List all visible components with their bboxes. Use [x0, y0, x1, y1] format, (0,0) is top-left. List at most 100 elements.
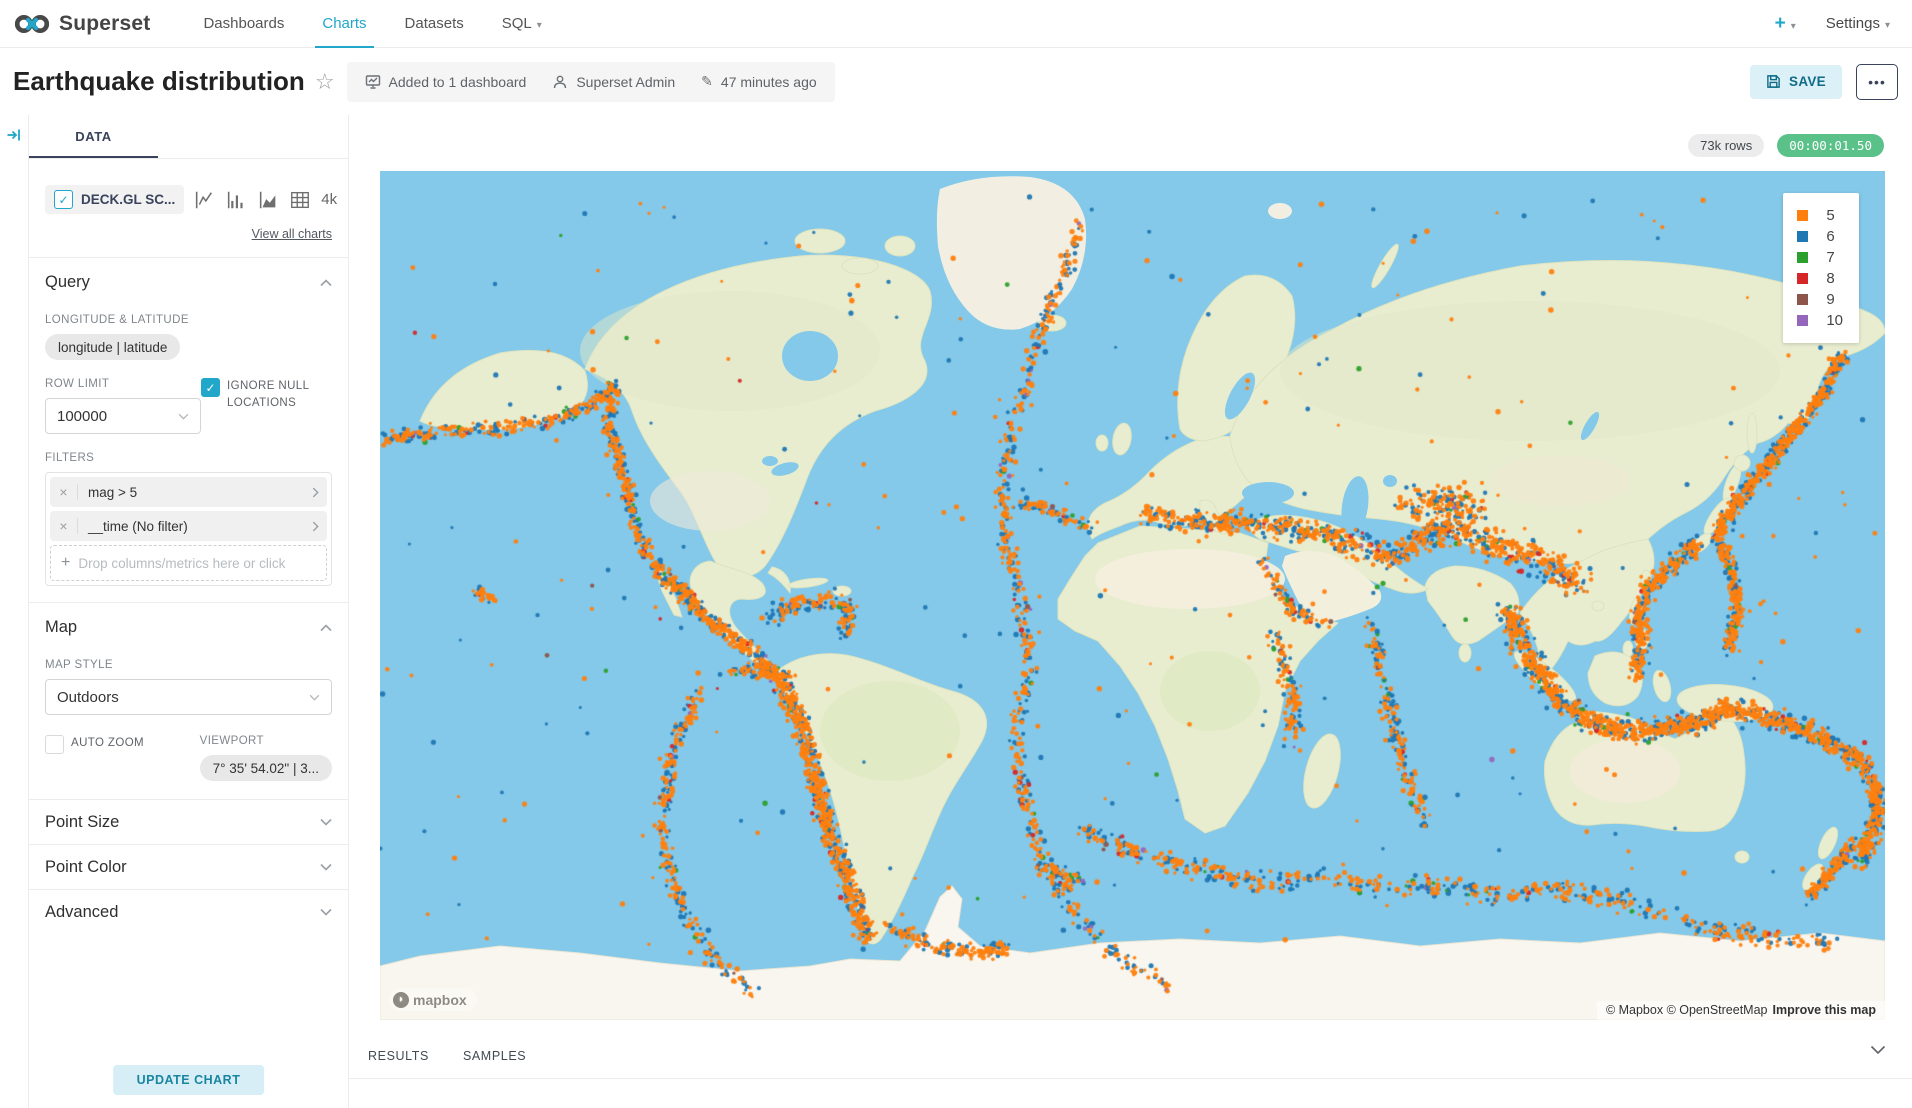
- divider: [349, 1078, 1912, 1079]
- caret-down-icon: ▾: [1885, 20, 1890, 31]
- filter-pill[interactable]: ×mag > 5: [50, 477, 327, 507]
- bar-chart-icon[interactable]: [225, 189, 247, 211]
- collapse-panel-icon[interactable]: [6, 127, 22, 143]
- plus-icon: +: [61, 554, 70, 572]
- legend-label: 5: [1826, 207, 1834, 224]
- viz-type-icons: 4k: [193, 189, 369, 211]
- legend-entry[interactable]: 7: [1797, 247, 1843, 268]
- legend-swatch: [1797, 252, 1808, 263]
- caret-down-icon: ▾: [537, 20, 542, 31]
- lonlat-value-pill[interactable]: longitude | latitude: [45, 334, 180, 360]
- dataset-name: DECK.GL SC...: [81, 192, 175, 207]
- legend-label: 10: [1826, 312, 1843, 329]
- viewport-value-pill[interactable]: 7° 35' 54.02" | 3...: [200, 755, 332, 781]
- legend-entry[interactable]: 8: [1797, 268, 1843, 289]
- tab-data[interactable]: DATA: [29, 115, 158, 158]
- chart-area: 73k rows 00:00:01.50: [349, 115, 1912, 1108]
- expand-filter-icon[interactable]: [303, 487, 327, 498]
- caret-down-icon: ▾: [1791, 21, 1796, 32]
- legend-label: 7: [1826, 249, 1834, 266]
- save-button[interactable]: SAVE: [1750, 65, 1842, 99]
- legend-swatch: [1797, 210, 1808, 221]
- favorite-star-icon[interactable]: ☆: [315, 69, 335, 95]
- auto-zoom-checkbox[interactable]: ✓: [45, 735, 64, 754]
- last-edited-meta[interactable]: ✎ 47 minutes ago: [701, 73, 816, 90]
- remove-filter-icon[interactable]: ×: [50, 484, 78, 500]
- view-all-charts-link[interactable]: View all charts: [29, 227, 332, 241]
- chevron-down-icon: [320, 863, 332, 871]
- pencil-icon: ✎: [701, 73, 713, 90]
- viz-type-4k[interactable]: 4k: [321, 191, 337, 208]
- expand-filter-icon[interactable]: [303, 521, 327, 532]
- legend-entry[interactable]: 9: [1797, 289, 1843, 310]
- collapse-results-chevron-icon[interactable]: [1870, 1045, 1886, 1055]
- world-map[interactable]: 5 6 7 8 9 10 ◗ mapbox © Mapbox © OpenStreetMa…: [380, 171, 1885, 1020]
- table-icon[interactable]: [289, 189, 311, 211]
- save-icon: [1766, 74, 1781, 89]
- nav-item-charts[interactable]: Charts: [303, 0, 385, 47]
- tab-results[interactable]: RESULTS: [368, 1049, 429, 1063]
- brand-name: Superset: [59, 12, 150, 36]
- row-limit-select[interactable]: 100000: [45, 398, 201, 434]
- section-point-size[interactable]: Point Size: [29, 799, 348, 844]
- filter-pill[interactable]: ×__time (No filter): [50, 511, 327, 541]
- results-bar: RESULTS SAMPLES: [349, 1037, 1912, 1077]
- viewport-label: VIEWPORT: [200, 735, 332, 747]
- filter-label: mag > 5: [78, 485, 303, 500]
- user-icon: [552, 74, 568, 90]
- ignore-null-checkbox[interactable]: ✓: [201, 378, 220, 397]
- chart-header: Earthquake distribution ☆ Added to 1 das…: [0, 48, 1912, 115]
- more-options-button[interactable]: •••: [1856, 64, 1898, 100]
- mapbox-logo[interactable]: ◗ mapbox: [389, 988, 477, 1011]
- nav-item-datasets[interactable]: Datasets: [386, 0, 483, 47]
- dashboards-meta[interactable]: Added to 1 dashboard: [365, 74, 527, 90]
- dataset-pill[interactable]: ✓ DECK.GL SC...: [45, 185, 184, 214]
- update-chart-button[interactable]: UPDATE CHART: [113, 1065, 265, 1095]
- dataset-checkbox[interactable]: ✓: [54, 190, 73, 209]
- map-section: Map MAP STYLE Outdoors ✓ AUTO ZOOM VIEWP…: [29, 603, 348, 799]
- legend-swatch: [1797, 315, 1808, 326]
- row-limit-label: ROW LIMIT: [45, 378, 201, 390]
- superset-logo[interactable]: Superset: [14, 12, 150, 36]
- query-section-header[interactable]: Query: [45, 258, 332, 296]
- ignore-null-label[interactable]: IGNORE NULLLOCATIONS: [227, 378, 309, 412]
- area-chart-icon[interactable]: [257, 189, 279, 211]
- legend-entry[interactable]: 5: [1797, 205, 1843, 226]
- owner-meta[interactable]: Superset Admin: [552, 74, 675, 90]
- tab-samples[interactable]: SAMPLES: [463, 1049, 526, 1063]
- map-section-header[interactable]: Map: [45, 603, 332, 641]
- filters-drop-zone[interactable]: + Drop columns/metrics here or click: [50, 545, 327, 581]
- section-advanced[interactable]: Advanced: [29, 889, 348, 934]
- chart-meta: Added to 1 dashboard Superset Admin ✎ 47…: [347, 62, 835, 102]
- map-style-select[interactable]: Outdoors: [45, 679, 332, 715]
- earthquake-dots-canvas[interactable]: [380, 171, 1885, 1020]
- chevron-down-icon: [320, 908, 332, 916]
- auto-zoom-label[interactable]: AUTO ZOOM: [71, 735, 144, 754]
- remove-filter-icon[interactable]: ×: [50, 518, 78, 534]
- legend-label: 6: [1826, 228, 1834, 245]
- filters-label: FILTERS: [45, 452, 332, 464]
- dataset-row: ✓ DECK.GL SC... 4k: [45, 185, 332, 214]
- section-point-color[interactable]: Point Color: [29, 844, 348, 889]
- legend-label: 8: [1826, 270, 1834, 287]
- nav-items: DashboardsChartsDatasetsSQL▾: [184, 0, 560, 47]
- improve-map-link[interactable]: Improve this map: [1773, 1003, 1877, 1017]
- nav-item-dashboards[interactable]: Dashboards: [184, 0, 303, 47]
- top-nav: Superset DashboardsChartsDatasetsSQL▾ +▾…: [0, 0, 1912, 48]
- row-count-badge: 73k rows: [1688, 134, 1764, 157]
- settings-menu[interactable]: Settings▾: [1826, 15, 1890, 32]
- chevron-up-icon: [320, 279, 332, 287]
- map-attribution: © Mapbox © OpenStreetMap Improve this map: [1597, 1001, 1885, 1020]
- nav-item-sql[interactable]: SQL▾: [483, 0, 561, 47]
- map-style-label: MAP STYLE: [45, 659, 332, 671]
- new-item-menu[interactable]: +▾: [1775, 13, 1796, 35]
- page-title: Earthquake distribution: [13, 66, 305, 97]
- dashboard-icon: [365, 74, 381, 90]
- chevron-down-icon: [320, 818, 332, 826]
- line-chart-icon[interactable]: [193, 189, 215, 211]
- legend-entry[interactable]: 10: [1797, 310, 1843, 331]
- legend-label: 9: [1826, 291, 1834, 308]
- legend-entry[interactable]: 6: [1797, 226, 1843, 247]
- query-timer-badge: 00:00:01.50: [1777, 134, 1884, 157]
- attribution-links[interactable]: © Mapbox © OpenStreetMap: [1606, 1003, 1768, 1017]
